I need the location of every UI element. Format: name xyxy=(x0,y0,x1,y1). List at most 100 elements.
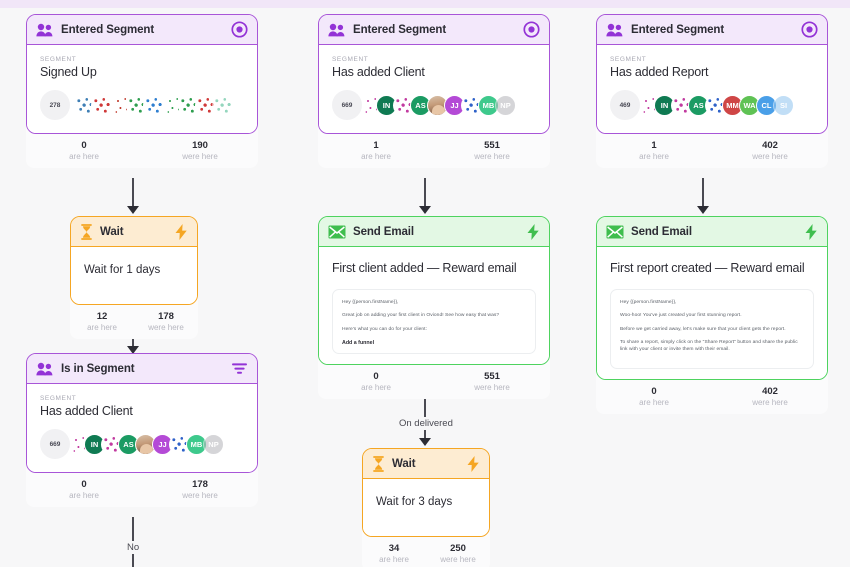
node-entered-segment-added-client[interactable]: Entered Segment SEGMENT Has added Client… xyxy=(318,14,550,168)
stat-caption: were here xyxy=(182,152,218,161)
node-title: Entered Segment xyxy=(631,23,725,36)
connector-arrow xyxy=(697,206,709,214)
branch-label-no: No xyxy=(122,541,145,554)
email-preview[interactable]: Hey {{person.firstName}}, Great job on a… xyxy=(332,289,536,355)
node-send-email-first-report[interactable]: Send Email First report created — Reward… xyxy=(596,216,828,414)
stat-caption: were here xyxy=(182,491,218,500)
connector-arrow xyxy=(419,206,431,214)
email-line: Great job on adding your first client in… xyxy=(342,313,500,319)
stat-are-here: 0 are here xyxy=(26,140,142,161)
node-title: Send Email xyxy=(631,225,692,238)
email-line: Before we get carried away, let's make s… xyxy=(620,326,786,332)
node-wait-3-days[interactable]: Wait Wait for 3 days 34 are here 250 wer… xyxy=(362,448,490,567)
stat-are-here: 1 are here xyxy=(318,140,434,161)
node-wait-1-day[interactable]: Wait Wait for 1 days 12 are here 178 wer… xyxy=(70,216,198,339)
segment-caption: SEGMENT xyxy=(332,56,369,63)
node-is-in-segment[interactable]: Is in Segment SEGMENT Has added Client 6… xyxy=(26,353,258,507)
target-icon[interactable] xyxy=(231,21,248,38)
stat-value: 1 xyxy=(651,140,657,151)
stat-value: 0 xyxy=(81,140,87,151)
stat-value: 551 xyxy=(484,371,500,383)
card-body: Wait for 3 days xyxy=(363,479,489,536)
card-body: SEGMENT Has added Client 669 IN AS JJ MB NP xyxy=(27,384,257,472)
stat-value: 12 xyxy=(96,311,108,322)
lightning-icon[interactable] xyxy=(175,223,188,240)
hourglass-icon xyxy=(80,223,93,240)
header-action[interactable] xyxy=(467,455,480,472)
filter-icon[interactable] xyxy=(231,362,248,376)
card-header: Is in Segment xyxy=(27,354,257,384)
node-entered-segment-signed-up[interactable]: Entered Segment SEGMENT Signed Up 278 0 … xyxy=(26,14,258,168)
node-title: Send Email xyxy=(353,225,414,238)
card-body: Wait for 1 days xyxy=(71,247,197,304)
stat-value: 551 xyxy=(484,140,500,151)
card[interactable]: Wait Wait for 1 days xyxy=(70,216,198,305)
lightning-icon[interactable] xyxy=(527,223,540,240)
stat-value: 178 xyxy=(192,479,208,490)
avatar-strip: 278 xyxy=(40,90,244,120)
card[interactable]: Send Email First report created — Reward… xyxy=(596,216,828,380)
card-body: First client added — Reward email Hey {{… xyxy=(319,247,549,365)
stat-caption: were here xyxy=(752,397,788,407)
avatar: NP xyxy=(495,94,516,116)
envelope-icon xyxy=(328,225,346,239)
card[interactable]: Is in Segment SEGMENT Has added Client 6… xyxy=(26,353,258,473)
audience-count: 278 xyxy=(40,90,70,120)
node-title: Is in Segment xyxy=(61,362,135,375)
stat-caption: are here xyxy=(361,152,391,161)
card-header: Entered Segment xyxy=(597,15,827,45)
header-action[interactable] xyxy=(801,21,818,38)
card[interactable]: Send Email First client added — Reward e… xyxy=(318,216,550,366)
stat-caption: are here xyxy=(69,152,99,161)
stat-are-here: 0 are here xyxy=(26,479,142,500)
stat-were-here: 190 were here xyxy=(142,140,258,161)
header-action[interactable] xyxy=(527,223,540,240)
card[interactable]: Wait Wait for 3 days xyxy=(362,448,490,537)
stat-caption: were here xyxy=(752,152,788,161)
header-action[interactable] xyxy=(523,21,540,38)
avatar-strip: 469 IN AS MM WA CL SI xyxy=(610,90,814,120)
card-body: SEGMENT Signed Up 278 xyxy=(27,45,257,133)
stat-value: 0 xyxy=(651,385,657,397)
node-title: Wait xyxy=(100,225,124,238)
node-entered-segment-added-report[interactable]: Entered Segment SEGMENT Has added Report… xyxy=(596,14,828,168)
email-line: Woo-hoo! You've just created your first … xyxy=(620,313,742,319)
stat-are-here: 0 are here xyxy=(596,386,712,407)
node-title: Wait xyxy=(392,457,416,470)
card[interactable]: Entered Segment SEGMENT Has added Report… xyxy=(596,14,828,134)
email-preview[interactable]: Hey {{person.firstName}}, Woo-hoo! You'v… xyxy=(610,289,814,369)
header-action[interactable] xyxy=(231,21,248,38)
header-action[interactable] xyxy=(805,223,818,240)
stat-caption: were here xyxy=(474,152,510,161)
card[interactable]: Entered Segment SEGMENT Has added Client… xyxy=(318,14,550,134)
stat-caption: are here xyxy=(639,397,669,407)
segment-name: Signed Up xyxy=(40,65,97,79)
email-cta-link[interactable]: Add a funnel xyxy=(342,340,526,346)
stat-caption: are here xyxy=(69,491,99,500)
target-icon[interactable] xyxy=(523,21,540,38)
stat-value: 0 xyxy=(81,479,87,490)
card[interactable]: Entered Segment SEGMENT Signed Up 278 xyxy=(26,14,258,134)
header-action[interactable] xyxy=(231,362,248,376)
node-title: Entered Segment xyxy=(353,23,447,36)
envelope-icon xyxy=(606,225,624,239)
people-icon xyxy=(328,23,346,37)
segment-name: Has added Client xyxy=(332,65,425,79)
lightning-icon[interactable] xyxy=(805,223,818,240)
segment-caption: SEGMENT xyxy=(610,56,647,63)
branch-label-on-delivered: On delivered xyxy=(394,417,458,430)
card-body: SEGMENT Has added Client 669 IN AS JJ MB NP xyxy=(319,45,549,133)
top-strip xyxy=(0,0,850,8)
email-subject: First report created — Reward email xyxy=(610,261,805,275)
connector-arrow xyxy=(419,438,431,446)
stat-caption: are here xyxy=(87,323,117,332)
people-icon xyxy=(36,362,54,376)
header-action[interactable] xyxy=(175,223,188,240)
stat-were-here: 402 were here xyxy=(712,386,828,407)
target-icon[interactable] xyxy=(801,21,818,38)
stat-value: 250 xyxy=(450,543,466,554)
stat-caption: were here xyxy=(474,383,510,393)
node-send-email-first-client[interactable]: Send Email First client added — Reward e… xyxy=(318,216,550,400)
lightning-icon[interactable] xyxy=(467,455,480,472)
node-title: Entered Segment xyxy=(61,23,155,36)
